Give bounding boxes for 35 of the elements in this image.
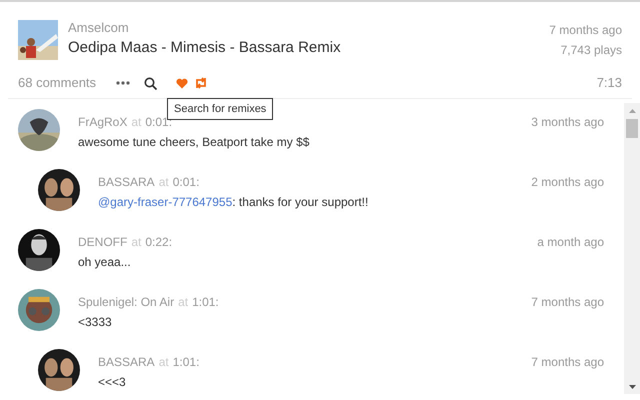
comment-age: 7 months ago bbox=[531, 354, 604, 371]
comment-text: <3333 bbox=[78, 314, 113, 331]
track-duration: 7:13 bbox=[596, 74, 622, 92]
comment-author[interactable]: Spulenigel: On Air bbox=[78, 293, 174, 311]
comment-age: 2 months ago bbox=[531, 174, 604, 191]
comment-timestamp[interactable]: 1:01: bbox=[172, 353, 200, 371]
comment-age: 3 months ago bbox=[531, 114, 604, 131]
comment-timestamp[interactable]: 0:01: bbox=[172, 173, 200, 191]
comment-author[interactable]: BASSARA bbox=[98, 173, 155, 191]
comments-count[interactable]: 68 comments bbox=[18, 73, 96, 93]
scrollbar-thumb[interactable] bbox=[626, 119, 638, 138]
tooltip: Search for remixes bbox=[167, 98, 274, 120]
comment-age: 7 months ago bbox=[531, 294, 604, 311]
comment-author[interactable]: FrAgRoX bbox=[78, 113, 128, 131]
scrollbar[interactable] bbox=[624, 103, 640, 394]
heart-icon[interactable] bbox=[176, 78, 188, 88]
comment-age: a month ago bbox=[537, 234, 604, 251]
comment-text: awesome tune cheers, Beatport take my $$ bbox=[78, 134, 310, 151]
comment-author[interactable]: DENOFF bbox=[78, 233, 128, 251]
more-icon[interactable] bbox=[116, 81, 130, 85]
search-icon[interactable] bbox=[144, 76, 158, 90]
uploader-name[interactable]: Amselcom bbox=[68, 20, 540, 36]
scroll-down-icon[interactable] bbox=[628, 385, 636, 389]
comment-text: <<<3 bbox=[98, 374, 127, 391]
upload-age: 7 months ago bbox=[549, 22, 622, 38]
repost-icon[interactable] bbox=[194, 77, 208, 89]
comment-text: @gary-fraser-777647955: thanks for your support!! bbox=[98, 194, 370, 211]
play-count: 7,743 plays bbox=[560, 42, 622, 58]
comment-timestamp[interactable]: 0:22: bbox=[145, 233, 172, 251]
comment-author[interactable]: BASSARA bbox=[98, 353, 155, 371]
scroll-up-icon[interactable] bbox=[628, 109, 636, 113]
user-mention-link[interactable]: @gary-fraser-777647955 bbox=[98, 195, 232, 209]
comment-timestamp[interactable]: 1:01: bbox=[192, 293, 219, 311]
comment-text: oh yeaa... bbox=[78, 254, 132, 271]
track-title[interactable]: Oedipa Maas - Mimesis - Bassara Remix bbox=[68, 38, 540, 58]
